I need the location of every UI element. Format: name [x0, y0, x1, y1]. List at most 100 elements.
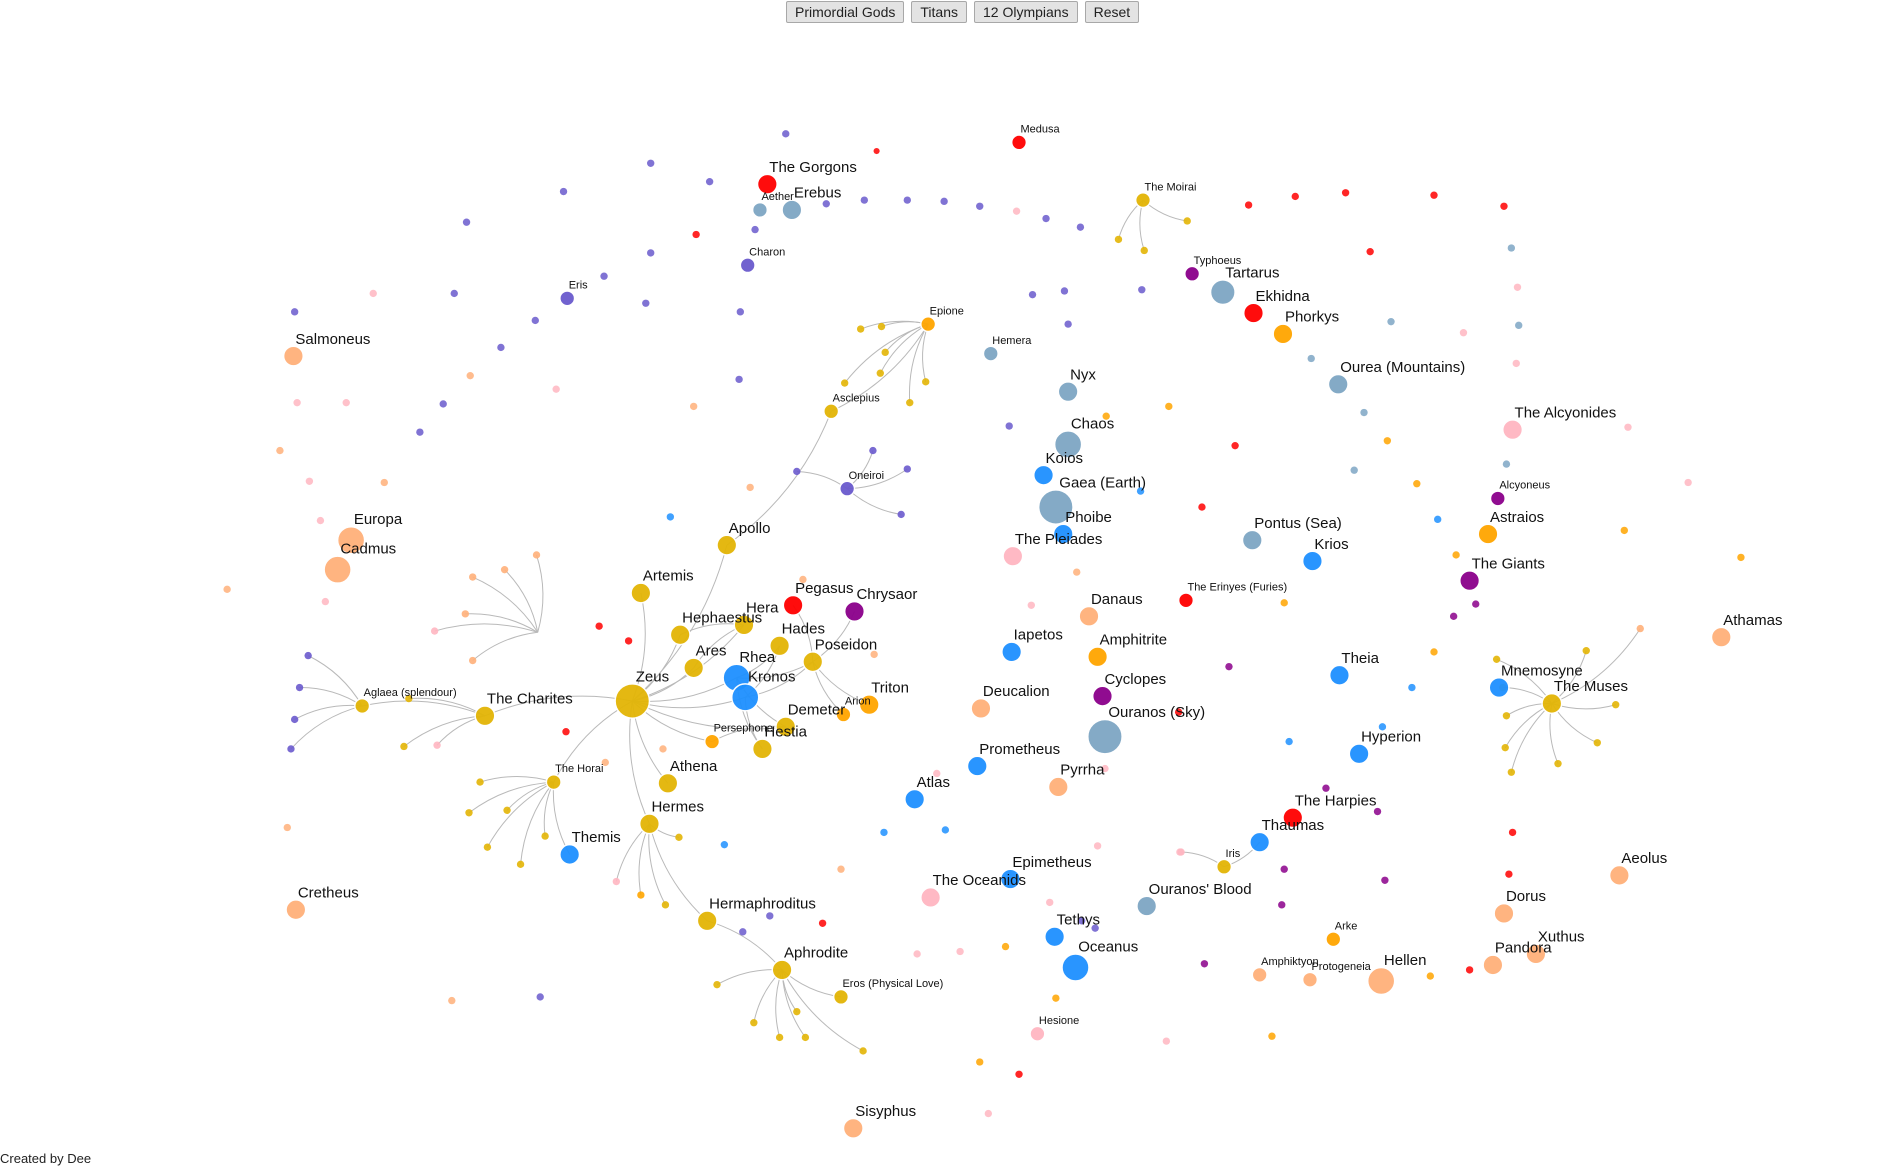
- node-ares[interactable]: [683, 657, 705, 679]
- node-persephone[interactable]: [703, 733, 721, 750]
- minor-node[interactable]: [956, 947, 964, 956]
- node-hestia[interactable]: [751, 738, 773, 760]
- minor-node[interactable]: [552, 385, 560, 393]
- minor-node[interactable]: [1015, 1070, 1023, 1078]
- minor-node[interactable]: [1244, 201, 1253, 209]
- minor-node[interactable]: [1513, 283, 1522, 291]
- minor-node[interactable]: [290, 308, 299, 316]
- minor-node[interactable]: [1073, 568, 1081, 576]
- child-node[interactable]: [793, 467, 801, 476]
- child-node[interactable]: [476, 778, 484, 786]
- minor-node[interactable]: [1459, 329, 1468, 337]
- minor-node[interactable]: [1268, 1032, 1276, 1040]
- child-node[interactable]: [1582, 647, 1590, 655]
- minor-node[interactable]: [1500, 202, 1508, 210]
- child-node[interactable]: [903, 465, 911, 473]
- child-node[interactable]: [1140, 246, 1148, 255]
- node-koios[interactable]: [1033, 464, 1055, 486]
- node-hermaphroditus[interactable]: [696, 910, 718, 932]
- minor-node[interactable]: [941, 826, 950, 834]
- minor-node[interactable]: [1512, 359, 1520, 368]
- minor-node[interactable]: [316, 516, 325, 525]
- node-asclepius[interactable]: [823, 403, 840, 420]
- node-hemera[interactable]: [982, 345, 999, 362]
- minor-node[interactable]: [1502, 460, 1511, 468]
- minor-node[interactable]: [976, 202, 984, 210]
- node-prometheus[interactable]: [966, 755, 988, 777]
- minor-node[interactable]: [736, 308, 745, 316]
- node-aglaea[interactable]: [354, 697, 371, 715]
- minor-node[interactable]: [1684, 478, 1692, 487]
- child-node[interactable]: [1114, 235, 1123, 244]
- node-athamas[interactable]: [1710, 626, 1732, 648]
- node-aether[interactable]: [751, 201, 769, 219]
- minor-node[interactable]: [1093, 842, 1102, 850]
- child-node[interactable]: [461, 610, 469, 618]
- node-aeolus[interactable]: [1608, 864, 1630, 886]
- child-node[interactable]: [906, 399, 914, 407]
- child-node[interactable]: [869, 446, 877, 455]
- minor-node[interactable]: [1291, 192, 1299, 201]
- child-node[interactable]: [500, 565, 509, 574]
- node-astraios[interactable]: [1477, 523, 1499, 545]
- child-node[interactable]: [859, 1047, 867, 1055]
- minor-node[interactable]: [1060, 287, 1069, 295]
- node-medusa[interactable]: [1010, 134, 1028, 151]
- node-tartarus[interactable]: [1209, 279, 1236, 306]
- minor-node[interactable]: [1285, 737, 1293, 746]
- node-hermes[interactable]: [638, 813, 661, 835]
- node-oceanids[interactable]: [920, 886, 942, 909]
- node-charon[interactable]: [739, 257, 756, 274]
- minor-node[interactable]: [439, 400, 447, 408]
- minor-node[interactable]: [1231, 441, 1239, 450]
- child-node[interactable]: [516, 860, 525, 869]
- child-node[interactable]: [876, 369, 884, 377]
- minor-node[interactable]: [1472, 600, 1480, 608]
- minor-node[interactable]: [1515, 321, 1523, 330]
- node-amphiktyon[interactable]: [1251, 966, 1268, 983]
- child-node[interactable]: [1554, 759, 1562, 768]
- minor-node[interactable]: [837, 865, 845, 873]
- minor-node[interactable]: [1383, 437, 1392, 445]
- node-dorus[interactable]: [1493, 902, 1515, 925]
- node-oureа[interactable]: [1327, 373, 1349, 395]
- minor-node[interactable]: [1280, 865, 1288, 873]
- node-muses[interactable]: [1541, 692, 1563, 715]
- minor-node[interactable]: [1413, 480, 1421, 488]
- minor-node[interactable]: [705, 178, 714, 186]
- minor-node[interactable]: [559, 187, 568, 196]
- child-node[interactable]: [290, 715, 299, 724]
- minor-node[interactable]: [666, 513, 675, 521]
- minor-node[interactable]: [903, 196, 911, 204]
- minor-node[interactable]: [751, 225, 759, 234]
- child-node[interactable]: [1636, 624, 1644, 633]
- minor-node[interactable]: [984, 1109, 993, 1118]
- node-iris[interactable]: [1215, 858, 1233, 875]
- minor-node[interactable]: [276, 446, 284, 455]
- node-chrysaor[interactable]: [843, 600, 866, 622]
- minor-node[interactable]: [1076, 223, 1085, 231]
- node-thaumas[interactable]: [1249, 831, 1271, 853]
- minor-node[interactable]: [1408, 683, 1416, 692]
- minor-node[interactable]: [462, 218, 471, 226]
- node-theia[interactable]: [1328, 664, 1351, 686]
- minor-node[interactable]: [1360, 408, 1368, 417]
- minor-node[interactable]: [1366, 248, 1374, 256]
- minor-node[interactable]: [659, 745, 667, 753]
- minor-node[interactable]: [305, 477, 314, 485]
- minor-node[interactable]: [223, 585, 231, 593]
- child-node[interactable]: [922, 378, 930, 386]
- minor-node[interactable]: [600, 272, 608, 280]
- child-node[interactable]: [750, 1019, 758, 1027]
- minor-node[interactable]: [450, 289, 458, 298]
- node-danaus[interactable]: [1078, 605, 1100, 627]
- child-node[interactable]: [1492, 655, 1501, 663]
- minor-node[interactable]: [766, 912, 774, 920]
- child-node[interactable]: [1507, 768, 1516, 776]
- minor-node[interactable]: [1278, 901, 1286, 909]
- node-oneiroi[interactable]: [839, 480, 856, 497]
- child-node[interactable]: [675, 833, 683, 842]
- node-pandora[interactable]: [1482, 954, 1504, 976]
- child-node[interactable]: [532, 551, 541, 559]
- child-node[interactable]: [801, 1033, 810, 1042]
